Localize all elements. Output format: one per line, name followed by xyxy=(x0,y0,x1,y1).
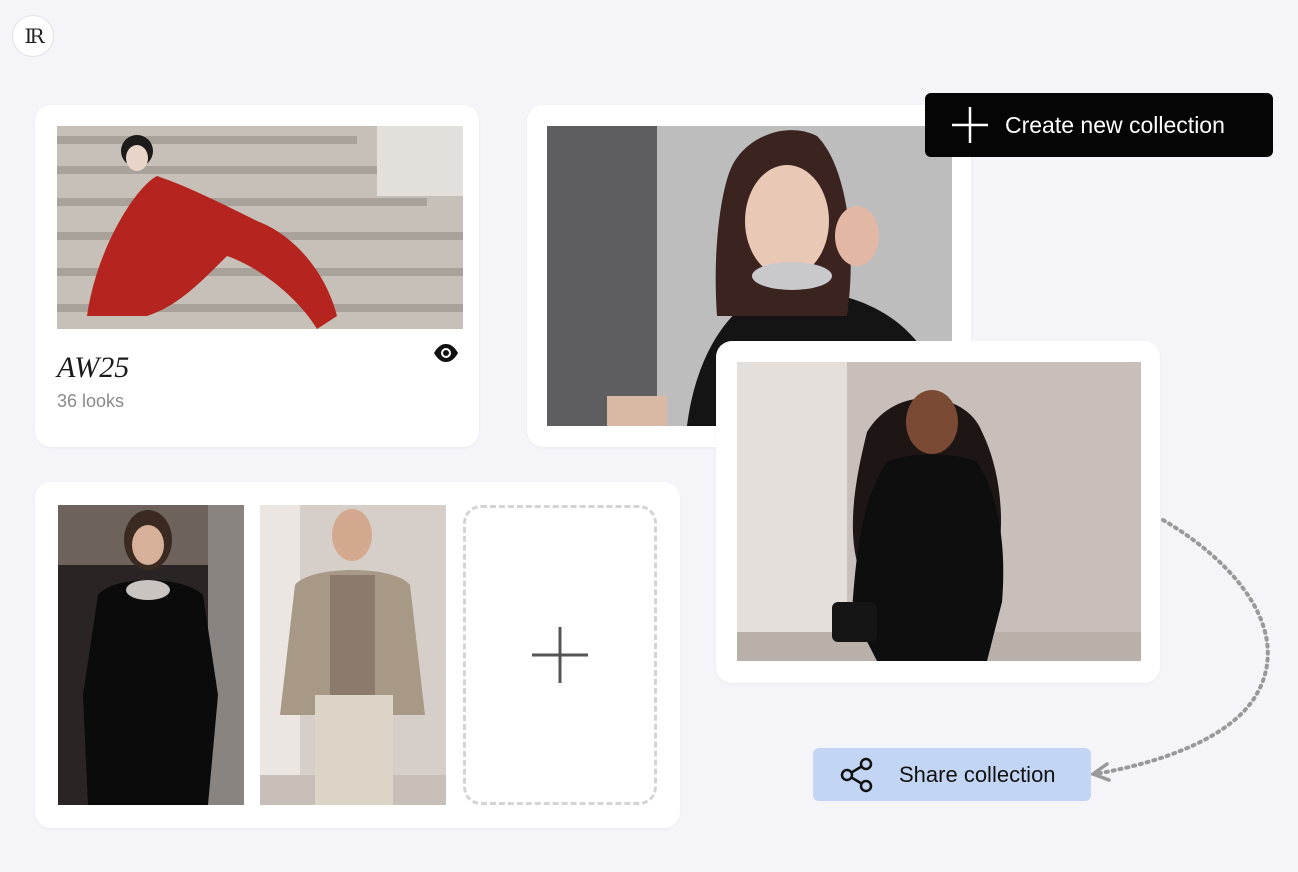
share-collection-button[interactable]: Share collection xyxy=(813,748,1091,801)
look-photo-black-outfit xyxy=(737,362,1141,661)
share-icon xyxy=(840,757,873,792)
plus-icon xyxy=(532,627,588,683)
collection-look-count: 36 looks xyxy=(57,391,125,411)
brand-logo[interactable]: IR xyxy=(12,15,54,57)
collection-title: AW25 xyxy=(57,351,130,384)
looks-grid-card xyxy=(35,482,680,828)
plus-icon xyxy=(952,107,988,143)
dotted-arrow xyxy=(1089,518,1270,782)
collection-card[interactable]: AW25 36 looks xyxy=(35,105,479,447)
look-photo-beige-suit[interactable] xyxy=(260,505,446,805)
look-photo-runway[interactable] xyxy=(58,505,244,805)
eye-icon[interactable] xyxy=(433,343,459,363)
share-collection-label: Share collection xyxy=(899,761,1056,787)
create-collection-button[interactable]: Create new collection xyxy=(925,93,1273,157)
collection-cover-photo xyxy=(57,126,463,329)
add-look-button[interactable] xyxy=(463,505,657,805)
create-collection-label: Create new collection xyxy=(1005,111,1225,138)
